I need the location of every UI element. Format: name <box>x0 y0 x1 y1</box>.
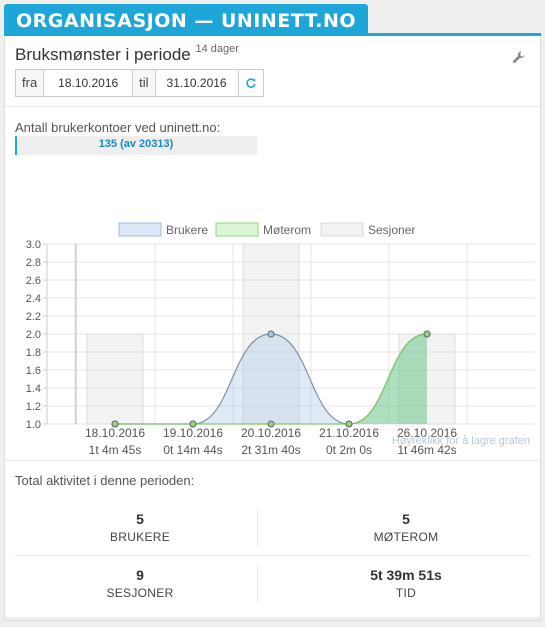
from-label: fra <box>15 69 45 97</box>
sessions-bar <box>86 333 144 425</box>
refresh-button[interactable] <box>238 69 264 97</box>
usage-panel: Bruksmønster i periode 14 dager fra 18.1… <box>4 36 541 621</box>
panel-bottom-border <box>5 617 540 620</box>
time-value: 5t 39m 51s <box>370 567 442 583</box>
legend-swatch <box>118 222 162 237</box>
total-activity-label: Total aktivitet i denne perioden: <box>15 473 195 488</box>
y-tick-label: 1.8 <box>26 347 41 359</box>
stat-row-divider <box>15 555 530 556</box>
sessions-value: 9 <box>136 567 144 583</box>
to-label: til <box>133 69 156 97</box>
sessions-label: SESJONER <box>106 586 174 600</box>
to-date-input[interactable]: 31.10.2016 <box>155 69 239 97</box>
accounts-progress-text: 135 (av 20313) <box>98 138 174 150</box>
users-point <box>267 330 275 338</box>
legend-label: Brukere <box>166 223 208 237</box>
x-tick-duration: 1t 4m 45s <box>89 443 142 457</box>
y-tick-label: 2.4 <box>26 293 41 305</box>
stat-users: 5 BRUKERE <box>15 511 265 544</box>
title-text: Bruksmønster i periode <box>15 45 191 64</box>
rooms-point <box>423 330 431 338</box>
rooms-label: MØTEROM <box>373 530 439 544</box>
x-tick-duration: 0t 14m 44s <box>163 443 222 457</box>
period-badge: 14 dager <box>195 43 239 55</box>
users-label: BRUKERE <box>109 530 171 544</box>
y-tick-label: 2.0 <box>26 329 41 341</box>
users-value: 5 <box>136 511 144 527</box>
y-tick-label: 3.0 <box>26 239 41 251</box>
y-tick-label: 2.2 <box>26 311 41 323</box>
stat-time: 5t 39m 51s TID <box>281 567 531 600</box>
save-chart-hint: Høyreklikk for å lagre grafen <box>391 435 530 447</box>
legend-swatch <box>215 222 259 237</box>
y-tick-label: 1.0 <box>26 419 41 431</box>
legend-swatch <box>320 222 364 237</box>
y-tick-label: 1.2 <box>26 401 41 413</box>
x-tick-duration: 0t 2m 0s <box>326 443 372 457</box>
x-tick-label: 20.10.2016 <box>241 426 301 440</box>
legend-label: Møterom <box>263 223 311 237</box>
legend-label: Sesjoner <box>368 223 415 237</box>
from-date-input[interactable]: 18.10.2016 <box>44 69 134 97</box>
stat-divider <box>257 567 258 602</box>
x-tick-label: 21.10.2016 <box>319 426 379 440</box>
panel-header: Bruksmønster i periode 14 dager fra 18.1… <box>5 36 540 107</box>
y-tick-label: 1.4 <box>26 383 41 395</box>
organization-tab: ORGANISASJON — UNINETT.NO <box>4 4 368 36</box>
section-divider <box>5 460 540 461</box>
usage-chart[interactable]: Brukere Møterom Sesjoner 1.0 1.2 1.4 1.6 1.8 2.0… <box>5 176 540 466</box>
rooms-value: 5 <box>402 511 410 527</box>
wrench-icon[interactable] <box>512 50 526 64</box>
stat-rooms: 5 MØTEROM <box>281 511 531 544</box>
date-range-picker: fra 18.10.2016 til 31.10.2016 <box>15 69 264 97</box>
refresh-icon <box>245 78 256 88</box>
stat-divider <box>257 511 258 546</box>
x-tick-label: 19.10.2016 <box>163 426 223 440</box>
x-tick-duration: 2t 31m 40s <box>241 443 300 457</box>
accounts-progress-bar: 135 (av 20313) <box>15 136 257 155</box>
x-tick-label: 18.10.2016 <box>85 426 145 440</box>
time-label: TID <box>395 586 417 600</box>
page-title: Bruksmønster i periode 14 dager <box>15 43 239 65</box>
y-tick-label: 1.6 <box>26 365 41 377</box>
y-tick-label: 2.8 <box>26 257 41 269</box>
stat-sessions: 9 SESJONER <box>15 567 265 600</box>
y-tick-label: 2.6 <box>26 275 41 287</box>
accounts-label: Antall brukerkontoer ved uninett.no: <box>15 120 221 135</box>
